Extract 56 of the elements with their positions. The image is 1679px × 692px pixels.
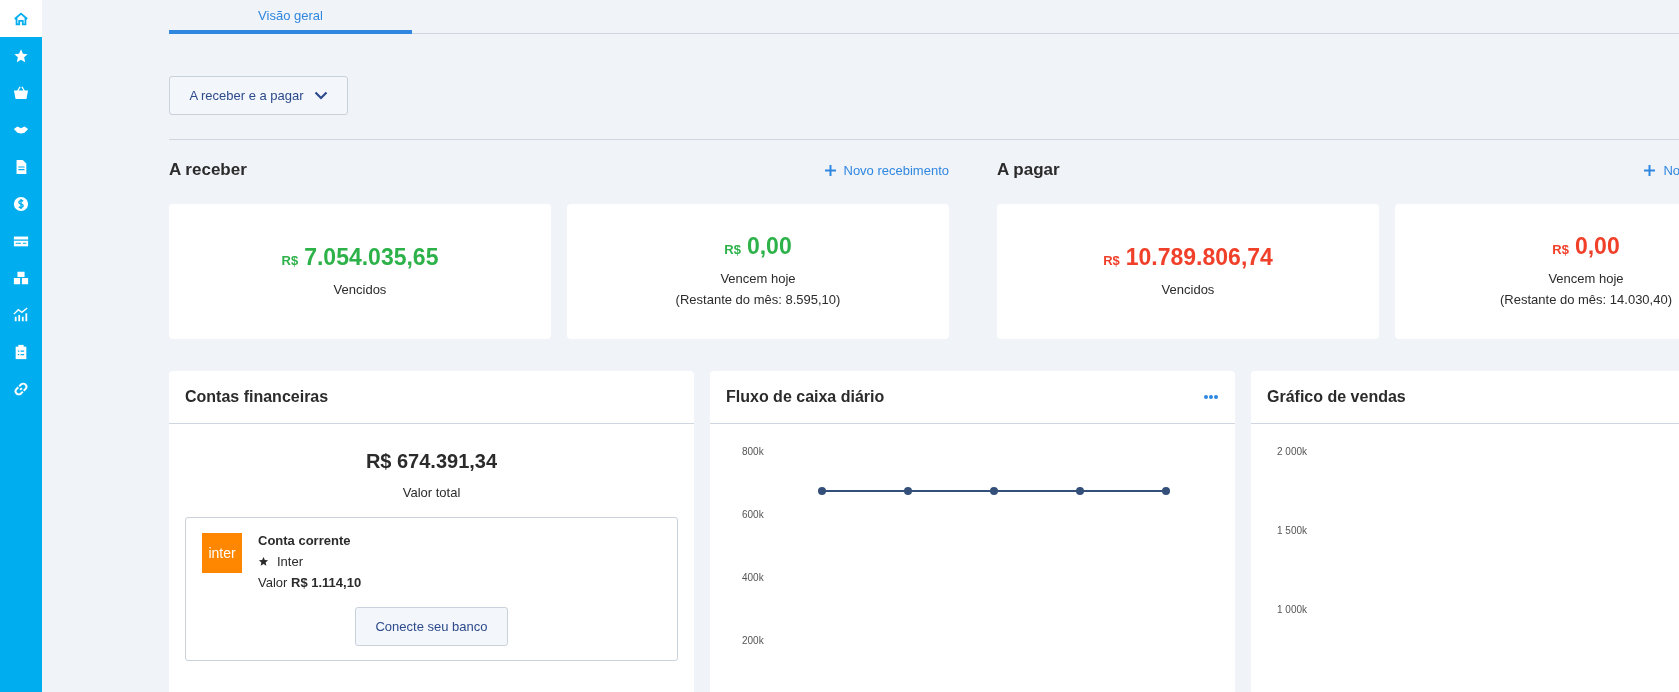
plus-icon xyxy=(824,164,836,176)
tab[interactable]: Visão geral xyxy=(169,0,412,34)
currency-symbol: R$ xyxy=(281,252,299,268)
new-entry-link[interactable]: Novo recebimento xyxy=(824,162,949,178)
card-label: Vencem hoje xyxy=(1548,270,1624,288)
amount: 7.054.035,65 xyxy=(304,243,439,271)
currency-symbol: R$ xyxy=(1552,242,1569,257)
chevron-down-icon xyxy=(313,91,328,100)
total-label: Valor total xyxy=(402,485,461,500)
account-name: Conta corrente xyxy=(258,533,352,548)
currency-symbol: R$ xyxy=(724,242,741,257)
amount: 0,00 xyxy=(746,233,792,260)
axis-tick-label: 1 500k xyxy=(1277,525,1308,536)
axis-tick-label: 200k xyxy=(742,635,764,646)
data-point xyxy=(1162,487,1170,496)
more-options-icon[interactable] xyxy=(1203,394,1219,400)
home-icon xyxy=(13,10,29,27)
card-label: Vencidos xyxy=(1161,280,1215,299)
data-point xyxy=(990,487,998,496)
axis-tick-label: 1 000k xyxy=(1277,604,1308,615)
plus-icon xyxy=(1644,164,1656,176)
section-title: A receber xyxy=(169,160,247,180)
filter-dropdown[interactable]: A receber e a pagar xyxy=(169,76,348,115)
connect-bank-button[interactable]: Conecte seu banco xyxy=(355,607,508,646)
sidebar-item[interactable] xyxy=(0,0,42,37)
data-point xyxy=(818,487,826,496)
new-entry-link[interactable]: No xyxy=(1644,162,1679,178)
card-label: Vencem hoje xyxy=(720,270,796,288)
account-value: Valor R$ 1.114,10 xyxy=(258,575,362,590)
panel-title: Fluxo de caixa diário xyxy=(726,388,885,406)
bank-logo: inter xyxy=(202,533,242,573)
boxes-icon xyxy=(13,269,29,286)
data-point xyxy=(1076,487,1084,496)
currency-symbol: R$ xyxy=(1103,252,1120,268)
section-title: A pagar xyxy=(997,160,1060,180)
chart-icon xyxy=(13,306,29,323)
card-note: (Restante do mês: 14.030,40) xyxy=(1500,291,1672,309)
axis-tick-label: 400k xyxy=(742,572,764,583)
panel-title: Gráfico de vendas xyxy=(1267,388,1406,406)
dollar-icon xyxy=(13,195,29,212)
axis-tick-label: 600k xyxy=(742,509,764,520)
amount: 10.789.806,74 xyxy=(1125,243,1273,271)
bank-name: Inter xyxy=(277,554,303,569)
panel-title: Contas financeiras xyxy=(185,388,329,406)
star-icon xyxy=(13,47,29,64)
axis-tick-label: 2 000k xyxy=(1277,446,1308,457)
clipboard-icon xyxy=(13,343,29,360)
card-note: (Restante do mês: 8.595,10) xyxy=(675,291,841,309)
total-amount: R$ 674.391,34 xyxy=(365,450,498,473)
link-icon xyxy=(13,380,29,397)
card-label: Vencidos xyxy=(333,280,387,299)
data-point xyxy=(904,487,912,496)
amount: 0,00 xyxy=(1574,233,1620,260)
axis-tick-label: 800k xyxy=(742,446,764,457)
star-icon xyxy=(258,556,269,567)
basket-icon xyxy=(13,84,29,101)
